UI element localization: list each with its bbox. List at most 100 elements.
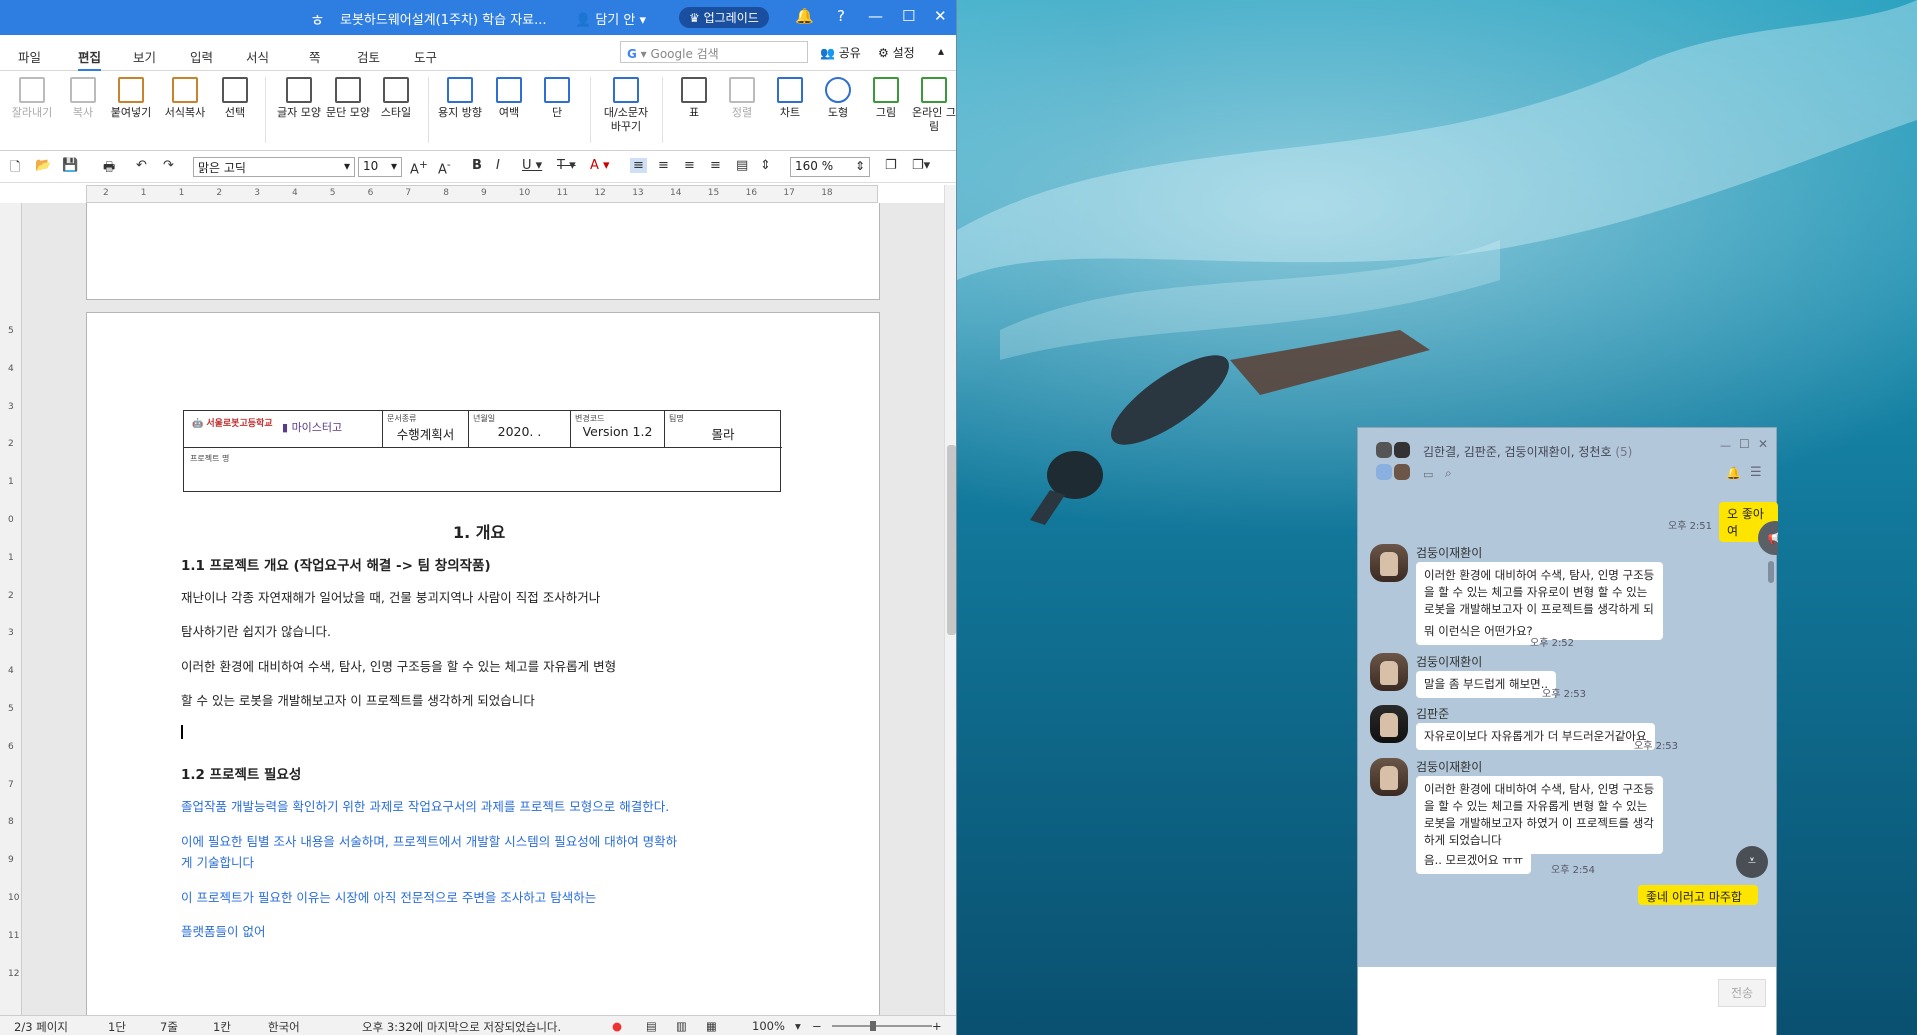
- avatar[interactable]: [1370, 758, 1408, 796]
- collapse-ribbon-icon[interactable]: ▴: [938, 44, 944, 58]
- menu-edit[interactable]: 편집: [78, 47, 102, 71]
- search-icon[interactable]: ⌕: [1445, 466, 1452, 481]
- sort-button[interactable]: 정렬: [719, 77, 765, 120]
- close-icon[interactable]: ✕: [1758, 437, 1768, 451]
- avatar[interactable]: [1370, 653, 1408, 691]
- format-painter-button[interactable]: 서식복사: [162, 77, 208, 120]
- message-list[interactable]: 오후 2:51 오 좋아여 📢 검둥이재환이 이러한 환경에 대비하여 수색, …: [1358, 501, 1778, 944]
- page-orientation-button[interactable]: 용지 방향: [437, 77, 483, 120]
- open-folder-icon[interactable]: 📂: [35, 158, 51, 173]
- strikethrough-icon[interactable]: T ▾: [557, 158, 576, 173]
- align-justify-icon[interactable]: ≡: [630, 158, 647, 173]
- view-page-icon[interactable]: ▥: [676, 1019, 687, 1033]
- menu-page[interactable]: 쪽: [309, 47, 321, 66]
- minimize-icon[interactable]: —: [1720, 439, 1731, 452]
- font-name-select[interactable]: 맑은 고딕 ▾: [193, 157, 355, 177]
- user-account-button[interactable]: 👤 담기 안 ▾: [575, 9, 646, 28]
- change-case-button[interactable]: 대/소문자 바꾸기: [600, 77, 652, 134]
- zoom-slider-thumb[interactable]: [870, 1021, 876, 1031]
- received-message[interactable]: 말을 좀 부드럽게 해보면..: [1416, 671, 1557, 698]
- received-message[interactable]: 뭐 이런식은 어떤가요?: [1416, 618, 1541, 645]
- margin-button[interactable]: 여백: [486, 77, 532, 120]
- copy-button[interactable]: 복사: [60, 77, 106, 120]
- paragraph-shape-button[interactable]: 문단 모양: [325, 77, 371, 120]
- italic-icon[interactable]: I: [496, 158, 500, 173]
- align-right-icon[interactable]: ≡: [710, 158, 721, 173]
- chart-button[interactable]: 차트: [767, 77, 813, 120]
- help-icon[interactable]: ?: [837, 7, 845, 25]
- redo-icon[interactable]: ↷: [163, 158, 174, 173]
- multi-page-icon[interactable]: ❐▾: [912, 158, 930, 173]
- vertical-scrollbar[interactable]: [944, 185, 956, 1015]
- horizontal-ruler[interactable]: 2 1 1 2 3 4 5 6 7 8 9 10 11 12 13 14 15 16 17 18: [86, 185, 878, 203]
- align-center-icon[interactable]: ≡: [684, 158, 695, 173]
- page-view-icon[interactable]: ❐: [885, 158, 897, 173]
- shape-button[interactable]: 도형: [815, 77, 861, 120]
- drawer-icon[interactable]: ▭: [1423, 468, 1433, 481]
- picture-button[interactable]: 그림: [863, 77, 909, 120]
- view-normal-icon[interactable]: ▤: [646, 1019, 657, 1033]
- menu-icon[interactable]: ☰: [1750, 465, 1762, 480]
- status-language[interactable]: 한국어: [268, 1019, 300, 1035]
- send-button[interactable]: 전송: [1718, 979, 1766, 1007]
- columns-button[interactable]: 단: [534, 77, 580, 120]
- minimize-icon[interactable]: —: [868, 7, 883, 25]
- menu-view[interactable]: 보기: [133, 47, 156, 66]
- font-size-select[interactable]: 10 ▾: [358, 157, 402, 177]
- menu-review[interactable]: 검토: [357, 47, 380, 66]
- select-button[interactable]: 선택: [212, 77, 258, 120]
- font-grow-icon[interactable]: A+: [410, 158, 428, 177]
- maximize-icon[interactable]: ☐: [902, 7, 915, 25]
- my-message[interactable]: 좋네 이러고 마주합니다: [1638, 885, 1758, 905]
- avatar[interactable]: [1370, 544, 1408, 582]
- bold-icon[interactable]: B: [472, 158, 482, 173]
- bell-icon[interactable]: 🔔: [795, 7, 814, 25]
- font-color-icon[interactable]: A ▾: [590, 158, 610, 173]
- scroll-to-bottom-icon[interactable]: ⩡: [1736, 846, 1768, 878]
- zoom-dropdown-icon[interactable]: ▾: [795, 1019, 801, 1033]
- cut-button[interactable]: 잘라내기: [9, 77, 55, 120]
- upgrade-button[interactable]: ♛ 업그레이드: [679, 7, 769, 28]
- menu-insert[interactable]: 입력: [190, 47, 213, 66]
- zoom-select[interactable]: 160 % ⇕: [790, 157, 870, 177]
- share-button[interactable]: 👥 공유: [820, 44, 861, 61]
- status-zoom[interactable]: 100%: [752, 1019, 785, 1033]
- print-icon[interactable]: 🖶: [103, 158, 115, 180]
- undo-icon[interactable]: ↶: [136, 158, 147, 173]
- zoom-in-icon[interactable]: +: [932, 1019, 942, 1033]
- align-left-icon[interactable]: ≡: [658, 158, 669, 173]
- received-message[interactable]: 음.. 모르겠어요 ㅠㅠ: [1416, 847, 1532, 874]
- close-icon[interactable]: ✕: [934, 7, 947, 25]
- avatar[interactable]: [1370, 705, 1408, 743]
- zoom-slider[interactable]: [832, 1025, 932, 1027]
- save-icon[interactable]: 💾: [62, 158, 78, 173]
- paste-button[interactable]: 붙여넣기: [108, 77, 154, 120]
- received-message[interactable]: 이러한 환경에 대비하여 수색, 탐사, 인명 구조등을 할 수 있는 체고를 …: [1416, 776, 1663, 854]
- chat-scrollbar-thumb[interactable]: [1768, 561, 1774, 583]
- online-picture-button[interactable]: 온라인 그림: [911, 77, 956, 134]
- bell-icon[interactable]: 🔔: [1726, 466, 1741, 480]
- menu-tools[interactable]: 도구: [414, 47, 437, 66]
- char-shape-button[interactable]: 글자 모양: [276, 77, 322, 120]
- distribute-icon[interactable]: ▤: [736, 158, 748, 173]
- table-button[interactable]: 표: [671, 77, 717, 120]
- new-doc-icon[interactable]: 🗋: [10, 158, 20, 180]
- line-spacing-icon[interactable]: ⇕: [760, 158, 771, 173]
- status-page[interactable]: 2/3 페이지: [14, 1019, 68, 1035]
- settings-button[interactable]: ⚙ 설정: [878, 44, 915, 61]
- zoom-out-icon[interactable]: −: [812, 1019, 822, 1033]
- menu-format[interactable]: 서식: [246, 47, 269, 66]
- view-web-icon[interactable]: ▦: [706, 1019, 717, 1033]
- message-input[interactable]: 전송: [1358, 967, 1776, 1035]
- google-search-input[interactable]: G ▾ Google 검색: [620, 41, 808, 63]
- notice-megaphone-icon[interactable]: 📢: [1758, 521, 1778, 555]
- scroll-thumb[interactable]: [947, 445, 956, 635]
- underline-icon[interactable]: U ▾: [522, 158, 542, 173]
- font-shrink-icon[interactable]: A-: [438, 158, 451, 177]
- chat-title: 김한결, 김판준, 검둥이재환이, 정천호 (5): [1423, 443, 1632, 460]
- received-message[interactable]: 자유로이보다 자유롭게가 더 부드러운거같아요: [1416, 723, 1655, 750]
- menu-file[interactable]: 파일: [18, 47, 41, 66]
- record-icon[interactable]: ●: [612, 1019, 622, 1033]
- maximize-icon[interactable]: ☐: [1739, 437, 1750, 451]
- style-button[interactable]: 스타일: [373, 77, 419, 120]
